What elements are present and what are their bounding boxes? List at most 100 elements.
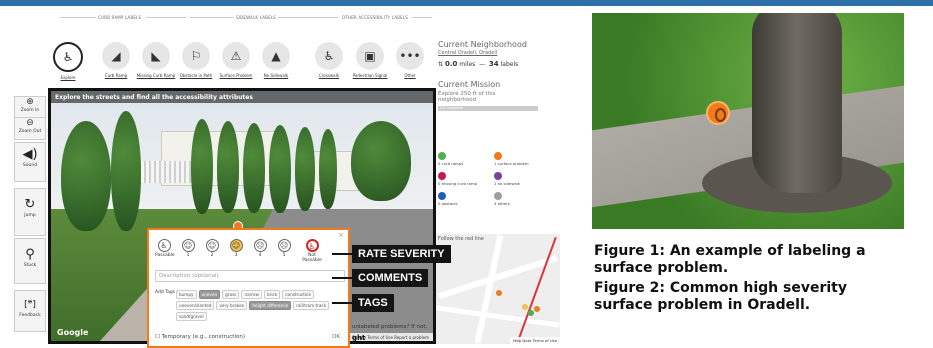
no-sidewalk-dot [494,172,502,180]
callout-tags: TAGS [352,294,394,312]
tool-label: Explore [60,75,76,80]
unlabeled-answer: ght [352,334,366,342]
sound-label: Sound [22,163,38,168]
miles-value: 0.0 [444,60,458,68]
zoom-out-label: Zoom Out [18,129,42,134]
tag-sand-gravel[interactable]: sand/gravel [176,312,207,321]
temporary-checkbox[interactable]: ☐ Temporary (e.g., construction) [155,334,245,340]
zoom-in-button[interactable]: ⊕ Zoom In [15,97,45,118]
zoom-out-icon: ⊖ [26,118,34,128]
neighborhood-link[interactable]: Central Oradell, Oradell [438,50,554,56]
tag-narrow[interactable]: narrow [241,290,262,299]
legend-label: 1 surface problem [494,161,529,166]
close-icon[interactable]: × [338,231,344,239]
severity-label: Passable [155,253,175,258]
smile-face-icon: ☺ [205,239,219,252]
surface-problem-photo [592,13,904,229]
surface-problem-dot [494,152,502,160]
legend-item: 0 missing curb ramp [438,172,493,186]
labeling-interface: CURB RAMP LABELS SIDEWALK LABELS OTHER A… [14,12,560,348]
map-marker [534,306,540,312]
mission-text: Explore 250 ft of this neighborhood [438,91,496,103]
category-divider [60,17,96,18]
smile-face-icon: ☺ [181,239,195,252]
neighborhood-stats: ⇅ 0.0 miles — 34 labels [438,60,519,68]
crosswalk-icon: ♿ [315,42,343,70]
pedestrian-signal-icon: ▣ [356,42,384,70]
sound-button[interactable]: ◀) Sound [14,142,46,182]
map-road [474,234,504,344]
severity-label: 2 [210,253,214,258]
tool-curb-ramp[interactable]: ◢ Curb Ramp [96,42,136,78]
tag-very-broken[interactable]: very broken [216,301,248,310]
category-curb-ramp: CURB RAMP LABELS [98,15,142,20]
tool-surface-problem[interactable]: ⚠ Surface Problem [216,42,256,78]
tag-uneven[interactable]: uneven [198,290,221,299]
tag-bumpy[interactable]: bumpy [176,290,197,299]
severity-4[interactable]: ☹ 4 [251,239,269,263]
legend-item: 4 others [494,192,549,206]
category-divider [146,17,186,18]
severity-3[interactable]: ☺ 3 [227,239,245,263]
tree [61,121,111,231]
figure-2-caption-line-1: Figure 2: Common high severity [594,280,847,296]
severity-label: 5 [282,253,286,258]
severity-2[interactable]: ☺ 2 [203,239,221,263]
severity-5[interactable]: ☹ 5 [275,239,293,263]
legend-item: 1 surface problem [494,152,549,166]
obstacle-icon: ⚐ [182,42,210,70]
stuck-button[interactable]: ⚲ Stuck [14,238,46,284]
tool-other[interactable]: ••• Other [390,42,430,78]
wheelchair-icon: ♿ [53,42,83,72]
obstacle-dot [438,192,446,200]
distance-icon: ⇅ [438,61,444,68]
severity-not-passable[interactable]: ♿ Not Passable [299,239,325,263]
tool-no-sidewalk[interactable]: ▲ No Sidewalk [256,42,296,78]
ok-button[interactable]: OK [332,334,340,340]
label-context-menu: × ♿ Passable ☺ 1 ☺ 2 ☺ 3 ☹ 4 ☹ 5 ♿ Not P… [147,228,350,348]
tool-pedestrian-signal[interactable]: ▣ Pedestrian Signal [350,42,390,78]
zoom-controls: ⊕ Zoom In ⊖ Zoom Out [14,96,46,140]
map-marker [522,304,528,310]
legend-label: 0 missing curb ramp [438,181,478,186]
map-footer: Map Data Terms of Use [510,337,560,344]
tool-missing-curb-ramp[interactable]: ◣ Missing Curb Ramp [136,42,176,78]
add-tags-label: Add Tags [155,290,176,295]
tag-uneven-slanted[interactable]: uneven/slanted [176,301,215,310]
surface-problem-icon: ⚠ [222,42,250,70]
category-sidewalk: SIDEWALK LABELS [236,15,277,20]
tag-grass[interactable]: grass [222,290,240,299]
curb-ramp-icon: ◢ [102,42,130,70]
minimap-hint: Follow the red line [438,236,484,242]
tool-crosswalk[interactable]: ♿ Crosswalk [309,42,349,78]
severity-1[interactable]: ☺ 1 [179,239,197,263]
map-marker [496,290,502,296]
unlabeled-question: unlabeled problems? If not, [352,324,428,330]
map-marker [528,310,534,316]
curb-ramp-dot [438,152,446,160]
legend-item: 0 obstacle [438,192,493,206]
tag-construction[interactable]: construction [282,290,315,299]
jump-label: Jump [24,213,36,218]
tag-brick[interactable]: brick [263,290,281,299]
callout-arrow [332,253,352,255]
passable-icon: ♿ [157,239,171,252]
category-divider [412,17,432,18]
tool-explore[interactable]: ♿ Explore [48,42,88,80]
jump-button[interactable]: ↻ Jump [14,188,46,236]
frown-face-icon: ☹ [277,239,291,252]
severity-passable[interactable]: ♿ Passable [155,239,175,263]
minimap[interactable]: Follow the red line Map Data Terms of Us… [436,234,560,344]
feedback-button[interactable]: [❞] Feedback [14,290,46,332]
tree [191,119,213,214]
tag-rail-tram-track[interactable]: rail/tram track [293,301,330,310]
severity-label: 4 [258,253,262,258]
description-input[interactable]: Description (optional) [155,270,345,282]
tag-height-difference[interactable]: height difference [249,301,292,310]
zoom-out-button[interactable]: ⊖ Zoom Out [15,118,45,139]
tool-label: Other [404,73,416,78]
legend-label: 4 others [494,201,510,206]
callout-comments: COMMENTS [352,269,429,287]
no-sidewalk-icon: ▲ [262,42,290,70]
tool-obstacle[interactable]: ⚐ Obstacle in Path [176,42,216,78]
